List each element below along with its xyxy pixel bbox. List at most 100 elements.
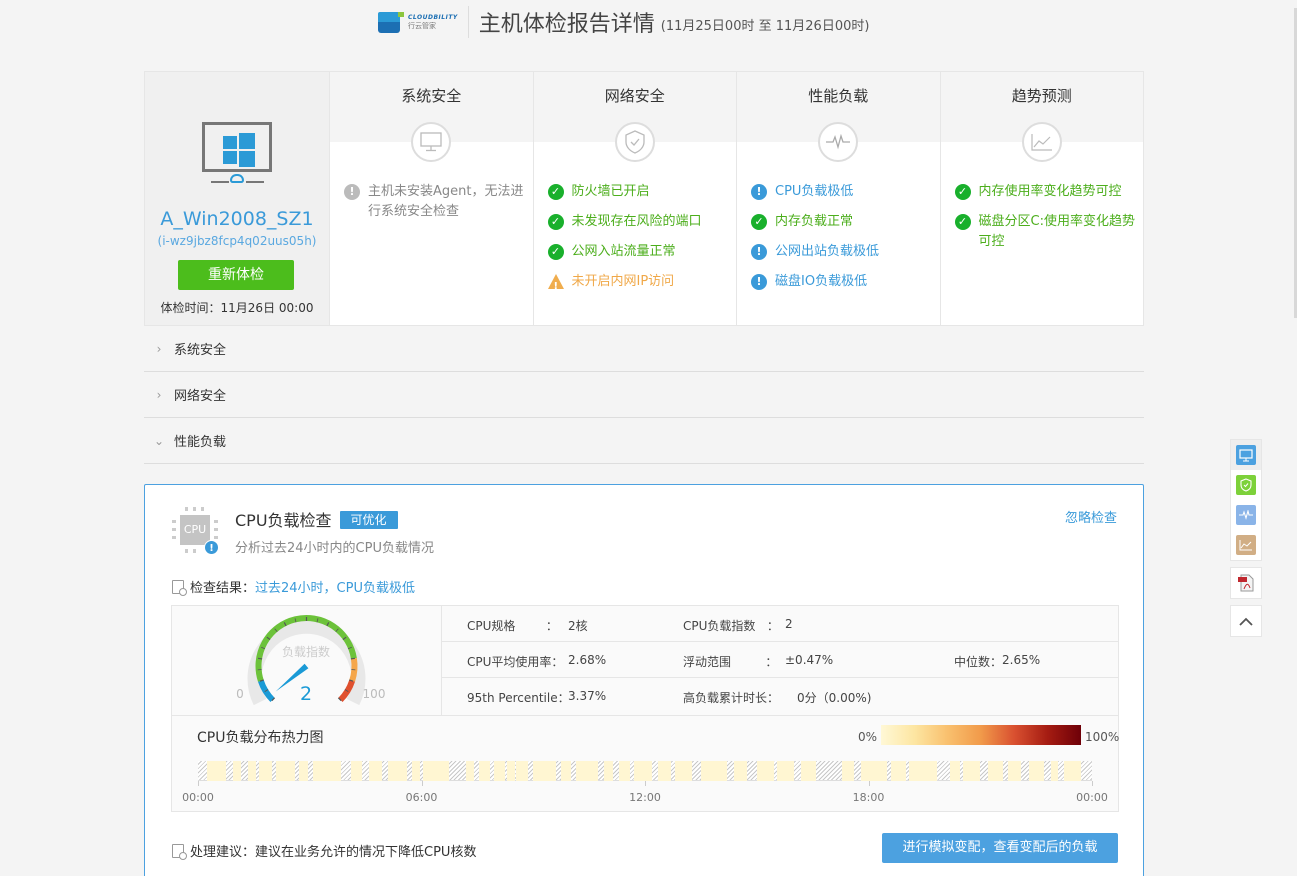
heatmap-cell[interactable] [1064,761,1081,781]
check-item: ✓ 未发现存在风险的端口 [547,212,737,232]
check-circle-icon: ✓ [547,184,564,200]
heatmap-cell[interactable] [604,761,614,781]
heatmap-cell[interactable] [479,761,491,781]
heatmap-cell[interactable] [1051,761,1059,781]
accordion-performance[interactable]: ⌄ 性能负载 [144,418,1144,464]
cpu-icon: CPU ! [172,507,219,555]
heatmap-cell[interactable] [412,761,420,781]
heatmap-cell[interactable] [313,761,342,781]
heatmap-cell[interactable] [633,761,653,781]
high-load-label: 高负载累计时长： [683,691,780,705]
host-name: A_Win2008_SZ1 [160,208,314,230]
heatmap-cell[interactable] [298,761,308,781]
heatmap-cell[interactable] [734,761,748,781]
check-item: ! 未开启内网IP访问 [547,272,737,292]
heatmap-cell[interactable] [466,761,474,781]
nav-performance[interactable] [1231,500,1261,530]
floating-nav [1230,439,1262,637]
logo-text-en: CLOUDBILITY [408,13,458,21]
pdf-icon [1238,574,1254,592]
windows-host-icon [202,122,272,172]
check-item: ✓ 磁盘分区C:使用率变化趋势可控 [954,212,1144,252]
exclamation-icon: ! [344,184,360,200]
heatmap-cell[interactable] [259,761,273,781]
heatmap-cell[interactable] [890,761,906,781]
host-panel: A_Win2008_SZ1 (i-wz9jbz8fcp4q02uus05h) 重… [145,72,330,325]
load-index-value: 2 [785,617,793,631]
check-circle-icon: ✓ [954,214,971,230]
heatmap-cell[interactable] [233,761,241,781]
check-item: ! 磁盘IO负载极低 [751,272,940,292]
p95-label: 95th Percentile： [467,691,570,705]
nav-system-security[interactable] [1231,440,1261,470]
check-item: ✓ 公网入站流量正常 [547,242,737,262]
heatmap-cell[interactable] [618,761,631,781]
summary-card: A_Win2008_SZ1 (i-wz9jbz8fcp4q02uus05h) 重… [144,71,1144,326]
heatmap-cell[interactable] [700,761,727,781]
heatmap-cell[interactable] [658,761,672,781]
gauge-min-label: 0 [236,687,244,701]
heatmap-cell[interactable] [516,761,528,781]
info-icon: ! [751,274,767,290]
check-item: ! 公网出站负载极低 [751,242,940,262]
heatmap-cell[interactable] [507,761,515,781]
heatmap-cell[interactable] [861,761,888,781]
legend-color-scale [881,725,1081,745]
heatmap-cell[interactable] [533,761,556,781]
advice: 处理建议： 建议在业务允许的情况下降低CPU核数 [172,841,476,860]
heatmap-cell[interactable] [369,761,383,781]
heatmap-cell[interactable] [963,761,981,781]
x-tick [645,781,646,786]
heatmap-cell[interactable] [207,761,226,781]
accordion-network-security[interactable]: › 网络安全 [144,372,1144,418]
heatmap-cell[interactable] [1008,761,1022,781]
export-pdf-button[interactable] [1230,567,1262,599]
heatmap-cell[interactable] [909,761,938,781]
heatmap-cell[interactable] [276,761,295,781]
x-tick-label: 06:00 [405,791,438,804]
recheck-button[interactable]: 重新体检 [178,260,294,290]
heatmap-cell[interactable] [494,761,506,781]
heatmap-cell[interactable] [576,761,599,781]
legend-min-label: 0% [858,730,878,744]
cpu-spec-value: 2核 [568,619,588,633]
cpu-metrics-panel: 负载指数 0 100 2 CPU规格 ： 2核 CPU负载指数 ： 2 CPU平… [171,605,1119,812]
gauge-label: 负载指数 [282,644,330,659]
cloudbility-logo[interactable]: CLOUDBILITY 行云管家 [378,6,469,38]
simulate-resize-button[interactable]: 进行模拟变配，查看变配后的负载 [882,833,1118,863]
category-system-security: 系统安全 ! 主机未安装Agent，无法进行系统安全检查 [330,72,534,325]
heatmap-cell[interactable] [350,761,362,781]
heatmap-cell[interactable] [950,761,960,781]
document-icon [172,843,187,860]
heatmap-cell[interactable] [987,761,1003,781]
heatmap-cell[interactable] [387,761,407,781]
x-tick-label: 00:00 [1076,791,1108,804]
heatmap-cell[interactable] [248,761,256,781]
status-badge: 可优化 [339,511,398,529]
gauge-tick [258,657,263,660]
check-time: 体检时间：11月26日 00:00 [160,301,314,315]
nav-network-security[interactable] [1231,470,1261,500]
median-label: 中位数： [954,655,1003,669]
back-to-top-button[interactable] [1230,605,1262,637]
info-icon: ! [751,184,767,200]
heatmap-cell[interactable] [561,761,571,781]
nav-trend[interactable] [1231,530,1261,560]
check-result: 检查结果： 过去24小时，CPU负载极低 [172,577,415,596]
heatmap-cell[interactable] [674,761,692,781]
page-header: CLOUDBILITY 行云管家 主机体检报告详情 (11月25日00时 至 1… [378,4,869,40]
gauge-tick [350,657,355,660]
accordion-system-security[interactable]: › 系统安全 [144,326,1144,372]
heatmap-cell[interactable] [1028,761,1044,781]
heatmap-cell[interactable] [801,761,817,781]
check-item: ✓ 内存使用率变化趋势可控 [954,182,1144,202]
heatmap-cell[interactable] [842,761,854,781]
heatmap-cell[interactable] [423,761,450,781]
heatmap-cell[interactable] [756,761,774,781]
ignore-check-link[interactable]: 忽略检查 [1065,507,1117,526]
heatmap-strip[interactable] [198,761,1092,781]
category-network-security: 网络安全 ✓ 防火墙已开启 ✓ 未发现存在风险的端口 ✓ 公网入站流量正常 ! 未开启内… [533,72,737,325]
check-circle-icon: ✓ [547,244,564,260]
heatmap-cell[interactable] [777,761,794,781]
check-item: ! CPU负载极低 [751,182,940,202]
